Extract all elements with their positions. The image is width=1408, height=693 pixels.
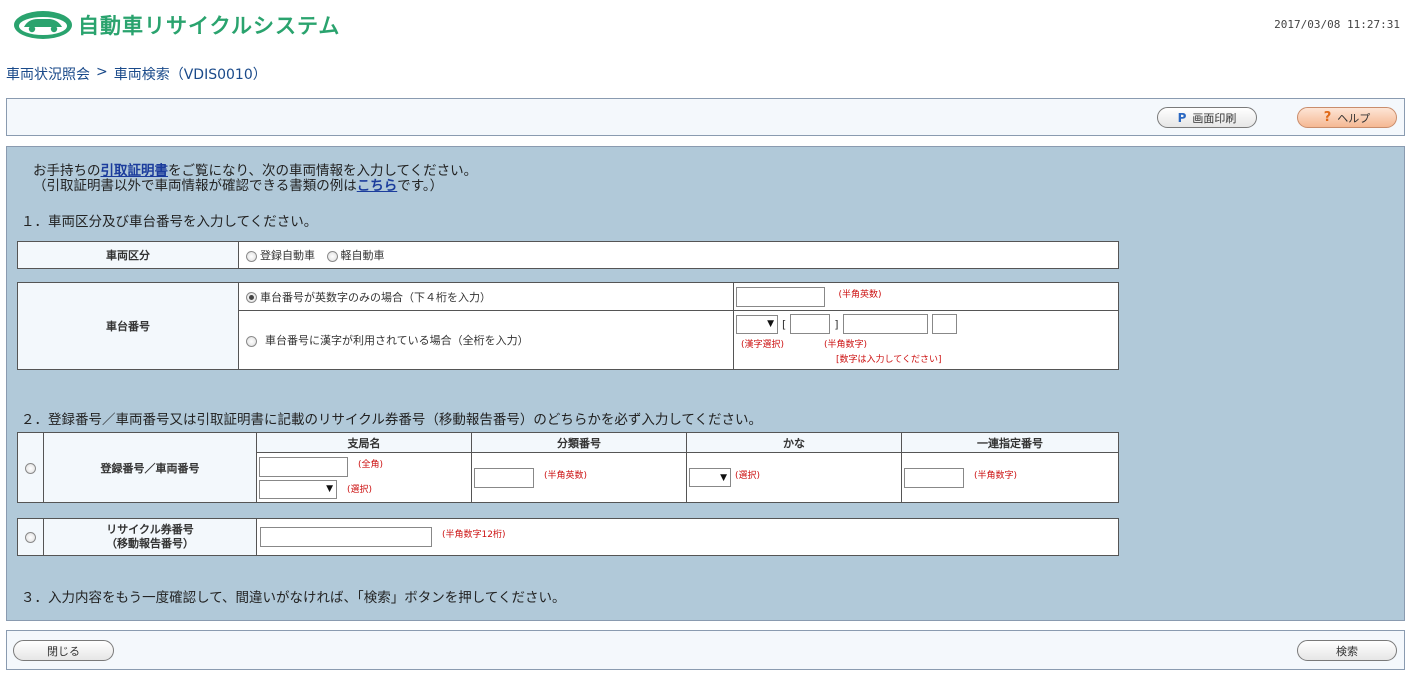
help-button-label: ヘルプ xyxy=(1337,111,1371,125)
vehicle-class-table: 車両区分 登録自動車 軽自動車 xyxy=(17,241,1119,269)
app-title: 自動車リサイクルシステム xyxy=(78,14,341,38)
kana-select[interactable]: ▼ xyxy=(689,468,731,487)
hint-kana-select: (選択) xyxy=(735,471,761,481)
class-number-input[interactable] xyxy=(474,467,534,488)
breadcrumb-parent: 車両状況照会 xyxy=(6,67,90,83)
examples-link[interactable]: こちら xyxy=(357,178,398,194)
search-button-label: 検索 xyxy=(1336,644,1358,658)
recycle-label: リサイクル券番号 （移動報告番号） xyxy=(43,518,257,556)
intro-line1-post: をご覧になり、次の車両情報を入力してください。 xyxy=(168,163,478,179)
chassis-alnum-input[interactable] xyxy=(736,286,825,307)
chassis-label: 車台番号 xyxy=(17,282,239,370)
footer-bar: 閉じる 検索 xyxy=(6,630,1405,670)
recycle-label-line2: （移動報告番号） xyxy=(106,537,194,550)
close-button-label: 閉じる xyxy=(47,644,80,658)
help-question-icon: ? xyxy=(1323,110,1332,125)
vehicle-class-label: 車両区分 xyxy=(17,241,239,269)
hint-halfwidth-num: (半角数字) xyxy=(824,340,868,350)
hint-alnum: (半角英数) xyxy=(838,289,882,300)
intro-line2-pre: （引取証明書以外で車両情報が確認できる書類の例は xyxy=(33,178,357,194)
print-button[interactable]: P 画面印刷 xyxy=(1157,107,1257,128)
col-serial-number: 一連指定番号 xyxy=(901,432,1119,453)
hint-no-number: [数字は入力してください] xyxy=(836,355,942,365)
toolbar: P 画面印刷 ? ヘルプ xyxy=(6,98,1405,136)
help-button[interactable]: ? ヘルプ xyxy=(1297,107,1397,128)
radio-chassis-kanji[interactable] xyxy=(246,335,257,347)
intro-line2-post: です。） xyxy=(397,178,444,194)
chassis-kanji-option-label: 車台番号に漢字が利用されている場合（全桁を入力） xyxy=(265,334,529,347)
current-datetime: 2017/03/08 11:27:31 xyxy=(1274,18,1400,31)
radio-registered-vehicle[interactable] xyxy=(246,250,257,262)
chassis-alnum-option-label: 車台番号が英数字のみの場合（下４桁を入力） xyxy=(260,290,491,304)
breadcrumb-current: 車両検索（VDIS0010） xyxy=(113,67,267,83)
search-button[interactable]: 検索 xyxy=(1297,640,1397,661)
kanji-select[interactable]: ▼ xyxy=(736,314,778,334)
serial-number-input[interactable] xyxy=(904,467,964,488)
bracket-close: ] xyxy=(834,317,839,331)
radio-light-vehicle[interactable] xyxy=(326,250,338,262)
option-light-vehicle: 軽自動車 xyxy=(340,249,385,262)
recycle-number-input[interactable] xyxy=(260,527,432,547)
hint-fullwidth: (全角) xyxy=(358,459,384,470)
breadcrumb: 車両状況照会 > 車両検索（VDIS0010） xyxy=(6,64,267,84)
breadcrumb-separator: > xyxy=(96,64,108,80)
office-name-select[interactable]: ▼ xyxy=(259,479,337,499)
col-class-number: 分類番号 xyxy=(471,432,687,453)
hint-class-alnum: (半角英数) xyxy=(544,470,588,481)
office-name-input[interactable] xyxy=(259,456,348,477)
hint-recycle: (半角数字12桁) xyxy=(442,530,506,540)
hint-office-select: (選択) xyxy=(347,485,373,495)
bracket-open: [ xyxy=(782,317,787,331)
certificate-link[interactable]: 引取証明書 xyxy=(101,163,169,179)
intro-line1-pre: お手持ちの xyxy=(33,163,101,179)
print-button-label: 画面印刷 xyxy=(1192,111,1237,125)
step1-instruction: １．車両区分及び車台番号を入力してください。 xyxy=(21,214,318,230)
recycle-number-table: リサイクル券番号 （移動報告番号） (半角数字12桁) xyxy=(17,518,1119,556)
col-kana: かな xyxy=(686,432,902,453)
chassis-number-input[interactable] xyxy=(842,314,928,334)
close-button[interactable]: 閉じる xyxy=(13,640,114,661)
radio-registration[interactable] xyxy=(25,462,36,474)
search-form-panel: お手持ちの引取証明書をご覧になり、次の車両情報を入力してください。 （引取証明書… xyxy=(6,146,1405,621)
intro-text: お手持ちの引取証明書をご覧になり、次の車両情報を入力してください。 （引取証明書… xyxy=(33,164,477,194)
radio-recycle[interactable] xyxy=(25,532,36,543)
chassis-prefix-input[interactable] xyxy=(790,314,831,334)
step2-instruction: ２．登録番号／車両番号又は引取証明書に記載のリサイクル券番号（移動報告番号）のど… xyxy=(21,412,763,428)
chassis-number-table: 車台番号 車台番号が英数字のみの場合（下４桁を入力） (半角英数) 車台番号に漢… xyxy=(17,282,1119,370)
hint-kanji-select: (漢字選択) xyxy=(741,340,785,350)
hint-serial-num: (半角数字) xyxy=(974,470,1018,481)
car-leaf-logo-icon xyxy=(14,11,72,39)
recycle-label-line1: リサイクル券番号 xyxy=(106,523,194,536)
col-office-name: 支局名 xyxy=(256,432,472,453)
step3-instruction: ３．入力内容をもう一度確認して、間違いがなければ、「検索」ボタンを押してください… xyxy=(21,590,566,606)
registration-label: 登録番号／車両番号 xyxy=(43,432,257,503)
app-logo: 自動車リサイクルシステム xyxy=(12,8,340,42)
registration-number-table: 登録番号／車両番号 支局名 分類番号 かな 一連指定番号 (全角) ▼ (選択) … xyxy=(17,432,1119,503)
print-icon: P xyxy=(1177,110,1187,125)
option-registered-vehicle: 登録自動車 xyxy=(260,249,315,262)
radio-chassis-alnum[interactable] xyxy=(246,292,257,303)
chassis-suffix-input[interactable] xyxy=(931,314,957,334)
